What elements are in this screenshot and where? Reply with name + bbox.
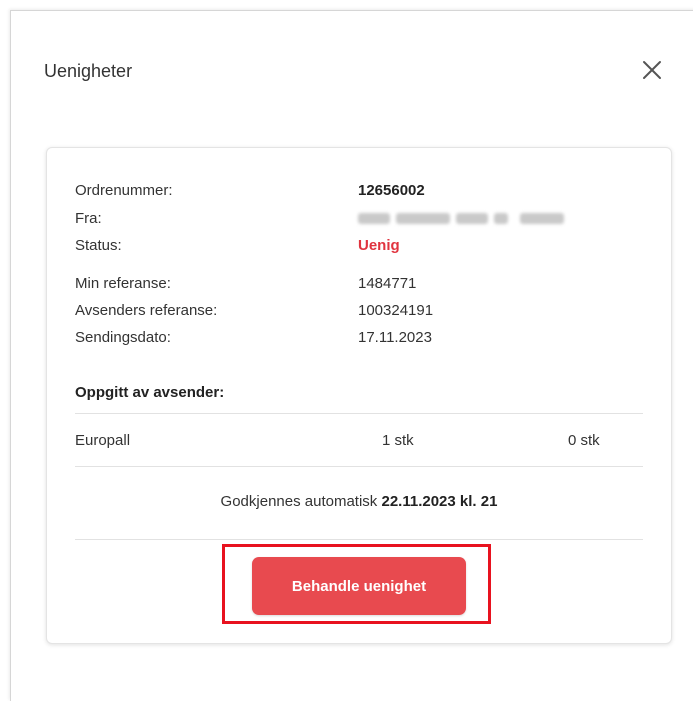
- divider: [75, 466, 643, 467]
- close-button[interactable]: [639, 57, 665, 83]
- my-reference-value: 1484771: [358, 275, 417, 292]
- item-quantity-received: 0 stk: [568, 432, 600, 449]
- auto-approve-prefix: Godkjennes automatisk: [220, 493, 378, 510]
- from-label: Fra:: [75, 210, 102, 227]
- divider: [75, 539, 643, 540]
- item-name: Europall: [75, 432, 131, 449]
- sender-reference-value: 100324191: [358, 302, 434, 319]
- status-value: Uenig: [358, 237, 400, 254]
- order-number-value: 12656002: [358, 182, 425, 199]
- auto-approve-datetime: 22.11.2023 kl. 21: [381, 493, 498, 510]
- disagreement-card: Ordrenummer: 12656002 Fra: Status: Uenig…: [46, 147, 672, 644]
- sender-reference-label: Avsenders referanse:: [75, 302, 218, 319]
- divider: [75, 413, 643, 414]
- status-label: Status:: [75, 237, 122, 254]
- close-icon: [643, 61, 661, 79]
- dialog-title: Uenigheter: [44, 61, 133, 81]
- handle-disagreement-button[interactable]: Behandle uenighet: [252, 557, 466, 615]
- sender-section-title: Oppgitt av avsender:: [75, 384, 225, 401]
- order-number-label: Ordrenummer:: [75, 182, 173, 199]
- my-reference-label: Min referanse:: [75, 275, 171, 292]
- auto-approve-text: Godkjennes automatisk 22.11.2023 kl. 21: [47, 493, 671, 510]
- dialog: Uenigheter Ordrenummer: 12656002 Fra: St…: [10, 10, 693, 701]
- item-quantity-stated: 1 stk: [382, 432, 414, 449]
- sender-name-redacted: [358, 213, 564, 224]
- shipping-date-label: Sendingsdato:: [75, 329, 171, 346]
- shipping-date-value: 17.11.2023: [358, 329, 432, 346]
